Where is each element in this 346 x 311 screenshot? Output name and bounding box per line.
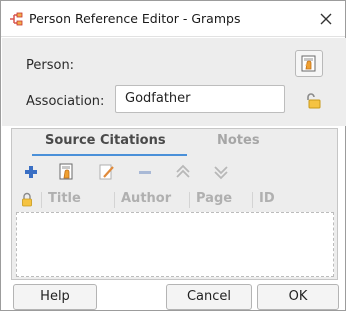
private-lock-icon[interactable] <box>20 192 34 207</box>
column-id[interactable]: ID <box>259 191 275 206</box>
tab-notes[interactable]: Notes <box>217 133 260 148</box>
close-button[interactable] <box>317 10 335 28</box>
cancel-button[interactable]: Cancel <box>166 284 252 310</box>
column-author[interactable]: Author <box>121 191 171 206</box>
gramps-icon <box>10 12 23 26</box>
association-input[interactable]: Godfather <box>115 85 285 113</box>
ok-button[interactable]: OK <box>257 284 339 310</box>
edit-icon[interactable] <box>96 162 118 182</box>
tab-source-citations[interactable]: Source Citations <box>45 133 166 148</box>
move-down-icon[interactable] <box>210 162 232 182</box>
citation-list[interactable] <box>16 212 334 277</box>
help-button[interactable]: Help <box>13 284 97 310</box>
tab-bar: Source Citations Notes <box>12 129 337 157</box>
person-label: Person: <box>26 58 75 73</box>
column-separator <box>252 192 253 208</box>
title-bar[interactable]: Person Reference Editor - Gramps <box>1 1 345 37</box>
citations-notebook: Source Citations Notes Title Author Page… <box>11 128 338 280</box>
form-area: Person: Association: Godfather <box>2 38 346 126</box>
active-tab-indicator <box>32 154 187 156</box>
move-up-icon[interactable] <box>172 162 194 182</box>
remove-icon[interactable] <box>134 162 156 182</box>
unlocked-padlock-icon[interactable] <box>304 92 322 110</box>
association-label: Association: <box>26 94 105 109</box>
column-separator <box>114 192 115 208</box>
citation-toolbar <box>12 158 337 186</box>
column-page[interactable]: Page <box>196 191 232 206</box>
column-separator <box>189 192 190 208</box>
select-person-button[interactable] <box>295 50 323 77</box>
select-person-icon <box>301 55 316 72</box>
close-icon <box>320 13 332 25</box>
person-reference-editor-dialog: Person Reference Editor - Gramps Person:… <box>0 0 346 311</box>
column-separator <box>41 192 42 208</box>
citation-column-header: Title Author Page ID <box>16 188 334 210</box>
add-icon[interactable] <box>20 162 42 182</box>
window-title: Person Reference Editor - Gramps <box>29 11 241 26</box>
column-title[interactable]: Title <box>48 191 81 206</box>
share-existing-icon[interactable] <box>56 162 78 182</box>
